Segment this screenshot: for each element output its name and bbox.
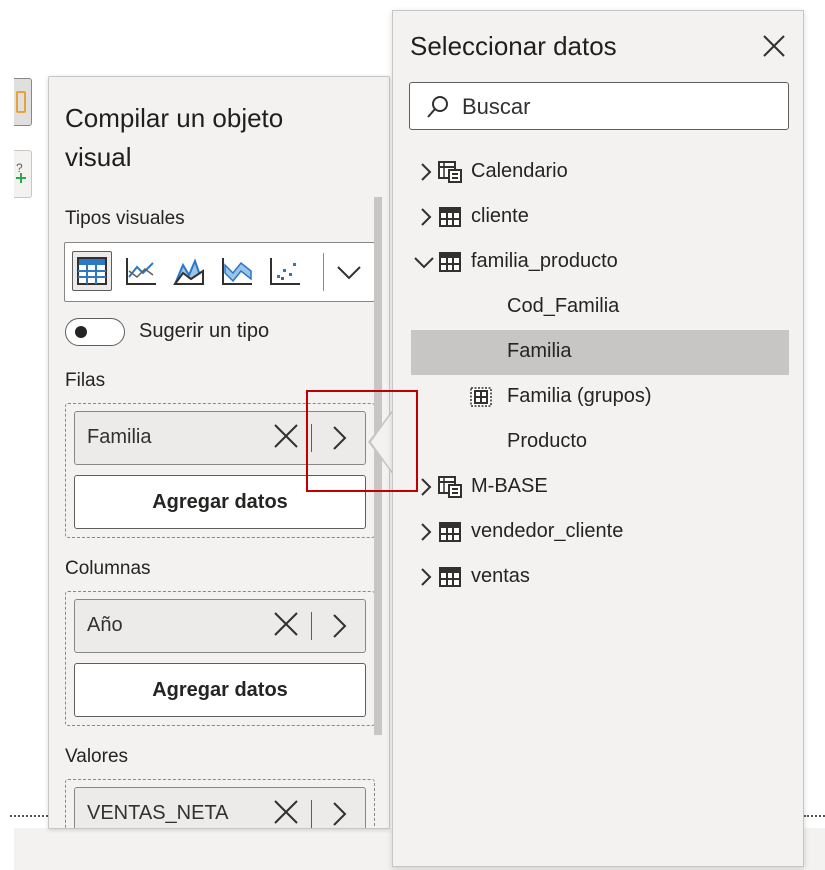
field-item-familia[interactable]: Familia xyxy=(411,330,789,375)
field-item-familia-grupos[interactable]: Familia (grupos) xyxy=(411,375,789,420)
remove-field-icon[interactable] xyxy=(271,797,301,827)
expand-field-chevron-icon[interactable] xyxy=(327,799,351,828)
visual-types-gallery xyxy=(64,242,375,302)
pill-separator xyxy=(311,612,312,640)
columns-field-pill[interactable]: Año xyxy=(74,599,366,653)
tree-item-familia-producto[interactable]: familia_producto xyxy=(411,240,789,285)
ribbon-chart-icon[interactable] xyxy=(217,251,257,291)
visual-gallery-separator xyxy=(323,253,324,291)
values-field-name: VENTAS_NETA xyxy=(87,802,229,824)
field-label: Cod_Familia xyxy=(507,295,620,317)
tree-label: familia_producto xyxy=(471,250,618,272)
field-label: Familia (grupos) xyxy=(507,385,652,407)
tree-label: vendedor_cliente xyxy=(471,520,624,542)
scatter-chart-icon[interactable] xyxy=(265,251,305,291)
suggest-type-label: Sugerir un tipo xyxy=(139,320,270,342)
pill-separator xyxy=(311,800,312,828)
line-chart-icon[interactable] xyxy=(121,251,161,291)
tree-label: cliente xyxy=(471,205,529,227)
tree-item-vendedor-cliente[interactable]: vendedor_cliente xyxy=(411,510,789,555)
table-icon xyxy=(438,206,462,228)
tree-item-calendario[interactable]: Calendario xyxy=(411,150,789,195)
chevron-right-icon[interactable] xyxy=(417,162,435,182)
remove-field-icon[interactable] xyxy=(271,609,301,639)
chevron-right-icon[interactable] xyxy=(417,207,435,227)
visual-types-label: Tipos visuales xyxy=(65,208,185,229)
chevron-right-icon[interactable] xyxy=(417,477,435,497)
close-icon[interactable] xyxy=(761,33,787,59)
values-well: VENTAS_NETA xyxy=(65,779,375,828)
columns-field-name: Año xyxy=(87,614,123,636)
tree-item-ventas[interactable]: ventas xyxy=(411,555,789,600)
tree-item-cliente[interactable]: cliente xyxy=(411,195,789,240)
columns-add-data-button[interactable]: Agregar datos xyxy=(74,663,366,717)
format-paint-icon[interactable] xyxy=(14,78,32,126)
columns-well: Año Agregar datos xyxy=(65,591,375,726)
area-chart-icon[interactable] xyxy=(169,251,209,291)
select-data-title: Seleccionar datos xyxy=(410,31,617,61)
analytics-icon[interactable]: ? xyxy=(14,150,32,198)
field-item-cod-familia[interactable]: Cod_Familia xyxy=(411,285,789,330)
field-label: Producto xyxy=(507,430,588,452)
tree-label: ventas xyxy=(471,565,530,587)
group-icon xyxy=(469,386,493,408)
chevron-down-icon[interactable] xyxy=(413,252,435,272)
toggle-knob xyxy=(75,326,87,338)
build-pane-title: Compilar un objeto visual xyxy=(65,103,284,172)
canvas-divider-right xyxy=(804,815,825,817)
rows-label: Filas xyxy=(65,370,106,391)
expand-field-chevron-icon[interactable] xyxy=(327,611,351,641)
values-field-pill[interactable]: VENTAS_NETA xyxy=(74,787,366,828)
search-placeholder: Buscar xyxy=(462,94,531,119)
table-icon xyxy=(438,251,462,273)
field-label: Familia xyxy=(507,340,572,362)
tree-label: M-BASE xyxy=(471,475,548,497)
remove-field-icon[interactable] xyxy=(271,421,301,451)
field-item-producto[interactable]: Producto xyxy=(411,420,789,465)
select-data-flyout: Seleccionar datos Buscar Calendario clie… xyxy=(392,10,804,867)
annotation-highlight-box xyxy=(306,390,418,492)
rows-field-name: Familia xyxy=(87,426,152,448)
search-icon xyxy=(426,95,450,119)
table-icon xyxy=(438,521,462,543)
table-icon xyxy=(438,566,462,588)
tree-item-m-base[interactable]: M-BASE xyxy=(411,465,789,510)
calc-table-icon xyxy=(438,476,462,498)
canvas-divider-left xyxy=(10,815,48,817)
expand-visuals-chevron-icon[interactable] xyxy=(335,259,363,285)
calc-table-icon xyxy=(438,161,462,183)
matrix-icon[interactable] xyxy=(72,251,112,291)
chevron-right-icon[interactable] xyxy=(417,522,435,542)
chevron-right-icon[interactable] xyxy=(417,567,435,587)
suggest-type-toggle[interactable] xyxy=(65,318,125,346)
columns-label: Columnas xyxy=(65,558,151,579)
values-label: Valores xyxy=(65,746,129,767)
tree-label: Calendario xyxy=(471,160,568,182)
search-input[interactable]: Buscar xyxy=(409,82,789,130)
